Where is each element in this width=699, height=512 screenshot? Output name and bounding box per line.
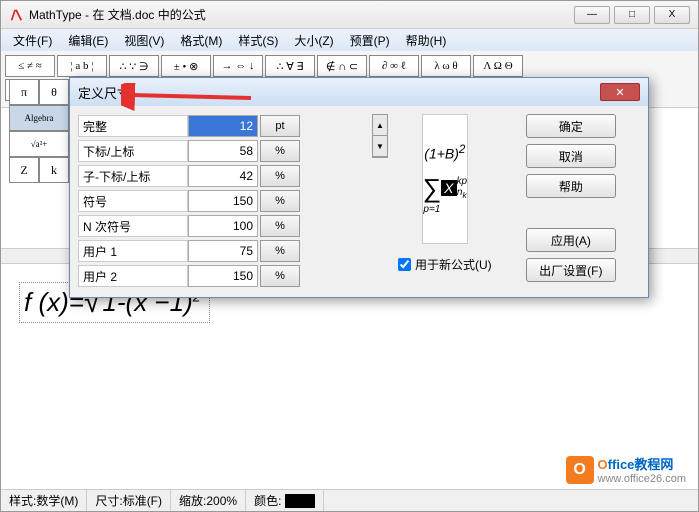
menu-help[interactable]: 帮助(H) — [398, 29, 455, 51]
side-palette: πθ Algebra √a²+ Zk — [9, 79, 71, 183]
palette-sqrt[interactable]: √a²+ — [9, 131, 69, 157]
unit-dropdown[interactable]: % — [260, 190, 300, 212]
size-input-user2[interactable] — [188, 265, 258, 287]
ok-button[interactable]: 确定 — [526, 114, 616, 138]
window-titlebar: MathType - 在 文档.doc 中的公式 — □ X — [1, 1, 698, 29]
status-zoom[interactable]: 200% — [206, 494, 237, 508]
size-grid: 完整 pt 下标/上标% 子-下标/上标% 符号% N 次符号% 用户 1% 用户… — [78, 114, 358, 289]
watermark: O Office教程网 www.office26.com — [566, 454, 686, 485]
palette-pi[interactable]: π — [9, 79, 39, 105]
unit-dropdown[interactable]: % — [260, 215, 300, 237]
menu-edit[interactable]: 编辑(E) — [60, 29, 116, 51]
dialog-close-button[interactable]: ✕ — [600, 83, 640, 101]
cancel-button[interactable]: 取消 — [526, 144, 616, 168]
define-sizes-dialog: 定义尺寸 ✕ 完整 pt 下标/上标% 子-下标/上标% 符号% N 次符号% 用… — [69, 77, 649, 298]
toolbar-symbol-group[interactable]: ∴ ∀ ∃ — [265, 55, 315, 77]
dialog-title: 定义尺寸 — [78, 83, 130, 102]
toolbar-symbol-group[interactable]: ± • ⊗ — [161, 55, 211, 77]
size-label-subsup: 下标/上标 — [78, 140, 188, 162]
spinner-down[interactable]: ▼ — [373, 136, 387, 157]
toolbar-symbol-group[interactable]: → ⇔ ↓ — [213, 55, 263, 77]
maximize-button[interactable]: □ — [614, 6, 650, 24]
unit-dropdown[interactable]: % — [260, 265, 300, 287]
palette-k[interactable]: k — [39, 157, 69, 183]
size-label-nsymbol: N 次符号 — [78, 215, 188, 237]
minimize-button[interactable]: — — [574, 6, 610, 24]
unit-dropdown[interactable]: % — [260, 140, 300, 162]
menu-view[interactable]: 视图(V) — [116, 29, 172, 51]
watermark-icon: O — [566, 456, 594, 484]
toolbar-symbol-group[interactable]: ∴ ∵ ∋ — [109, 55, 159, 77]
status-size[interactable]: 标准(F) — [123, 492, 162, 509]
unit-dropdown[interactable]: % — [260, 240, 300, 262]
size-label-user2: 用户 2 — [78, 265, 188, 287]
status-style[interactable]: 数学(M) — [36, 492, 78, 509]
palette-theta[interactable]: θ — [39, 79, 69, 105]
use-for-new-input[interactable] — [398, 258, 411, 271]
use-for-new-checkbox[interactable]: 用于新公式(U) — [398, 256, 492, 273]
size-input-symbol[interactable] — [188, 190, 258, 212]
size-label-subsubsup: 子-下标/上标 — [78, 165, 188, 187]
size-label-symbol: 符号 — [78, 190, 188, 212]
app-icon — [9, 8, 23, 22]
size-input-subsup[interactable] — [188, 140, 258, 162]
spinner-control[interactable]: ▲ ▼ — [372, 114, 388, 158]
status-color-swatch[interactable] — [285, 494, 315, 508]
close-button[interactable]: X — [654, 6, 690, 24]
unit-dropdown[interactable]: pt — [260, 115, 300, 137]
palette-algebra-tab[interactable]: Algebra — [9, 105, 69, 131]
spinner-up[interactable]: ▲ — [373, 115, 387, 136]
toolbar-symbol-group[interactable]: ∂ ∞ ℓ — [369, 55, 419, 77]
size-label-user1: 用户 1 — [78, 240, 188, 262]
size-input-full[interactable] — [188, 115, 258, 137]
menu-style[interactable]: 样式(S) — [230, 29, 286, 51]
toolbar-symbol-group[interactable]: ¦ a b ¦ — [57, 55, 107, 77]
menu-preset[interactable]: 预置(P) — [342, 29, 398, 51]
toolbar-symbol-group[interactable]: ≤ ≠ ≈ — [5, 55, 55, 77]
size-label-full: 完整 — [78, 115, 188, 137]
size-input-nsymbol[interactable] — [188, 215, 258, 237]
palette-z[interactable]: Z — [9, 157, 39, 183]
toolbar-symbol-group[interactable]: Λ Ω Θ — [473, 55, 523, 77]
unit-dropdown[interactable]: % — [260, 165, 300, 187]
size-input-user1[interactable] — [188, 240, 258, 262]
factory-button[interactable]: 出厂设置(F) — [526, 258, 616, 282]
sigma-icon: ∑ — [423, 173, 442, 204]
menu-size[interactable]: 大小(Z) — [286, 29, 341, 51]
menubar: 文件(F) 编辑(E) 视图(V) 格式(M) 样式(S) 大小(Z) 预置(P… — [1, 29, 698, 51]
menu-file[interactable]: 文件(F) — [5, 29, 60, 51]
apply-button[interactable]: 应用(A) — [526, 228, 616, 252]
size-input-subsubsup[interactable] — [188, 165, 258, 187]
toolbar-symbol-group[interactable]: ∉ ∩ ⊂ — [317, 55, 367, 77]
menu-format[interactable]: 格式(M) — [172, 29, 230, 51]
toolbar-symbol-group[interactable]: λ ω θ — [421, 55, 471, 77]
size-preview: (1+B)2 ∑ p=1 X kp nk — [422, 114, 468, 244]
statusbar: 样式: 数学(M) 尺寸: 标准(F) 缩放: 200% 颜色: — [1, 489, 698, 511]
window-title: MathType - 在 文档.doc 中的公式 — [29, 6, 206, 23]
help-button[interactable]: 帮助 — [526, 174, 616, 198]
dialog-titlebar[interactable]: 定义尺寸 ✕ — [70, 78, 648, 106]
